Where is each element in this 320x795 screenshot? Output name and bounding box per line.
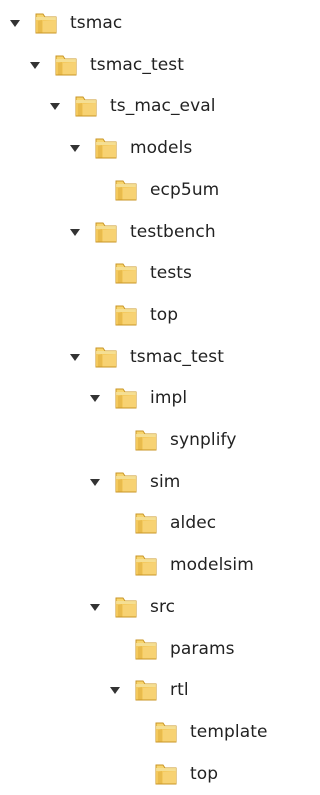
- expanded-arrow-icon[interactable]: [68, 225, 82, 239]
- tree-node-18[interactable]: top: [128, 753, 218, 795]
- folder-label: src: [150, 596, 176, 617]
- expanded-arrow-icon[interactable]: [108, 683, 122, 697]
- folder-icon: [112, 468, 140, 496]
- folder-icon: [132, 509, 160, 537]
- folder-icon: [92, 343, 120, 371]
- folder-label: params: [170, 638, 235, 659]
- tree-node-3[interactable]: models: [68, 127, 192, 169]
- tree-node-0[interactable]: tsmac: [8, 2, 122, 44]
- expanded-arrow-icon[interactable]: [88, 391, 102, 405]
- tree-node-11[interactable]: sim: [88, 461, 180, 503]
- tree-node-13[interactable]: modelsim: [108, 544, 254, 586]
- tree-node-5[interactable]: testbench: [68, 211, 216, 253]
- expanded-arrow-icon[interactable]: [88, 475, 102, 489]
- folder-icon: [132, 676, 160, 704]
- folder-label: modelsim: [170, 554, 254, 575]
- folder-icon: [72, 92, 100, 120]
- folder-icon: [152, 718, 180, 746]
- folder-label: tsmac_test: [130, 346, 224, 367]
- folder-icon: [152, 760, 180, 788]
- folder-icon: [32, 9, 60, 37]
- folder-label: tsmac_test: [90, 54, 184, 75]
- folder-icon: [112, 593, 140, 621]
- folder-icon: [132, 426, 160, 454]
- tree-node-7[interactable]: top: [88, 294, 178, 336]
- expanded-arrow-icon[interactable]: [88, 600, 102, 614]
- folder-icon: [52, 51, 80, 79]
- tree-node-6[interactable]: tests: [88, 252, 192, 294]
- expanded-arrow-icon[interactable]: [28, 58, 42, 72]
- folder-icon: [92, 134, 120, 162]
- folder-icon: [112, 384, 140, 412]
- tree-node-1[interactable]: tsmac_test: [28, 44, 184, 86]
- expanded-arrow-icon[interactable]: [8, 16, 22, 30]
- folder-icon: [92, 218, 120, 246]
- tree-node-12[interactable]: aldec: [108, 502, 216, 544]
- tree-node-15[interactable]: params: [108, 628, 235, 670]
- folder-icon: [132, 551, 160, 579]
- folder-label: testbench: [130, 221, 216, 242]
- folder-icon: [112, 301, 140, 329]
- folder-icon: [132, 635, 160, 663]
- tree-node-16[interactable]: rtl: [108, 669, 189, 711]
- tree-node-17[interactable]: template: [128, 711, 268, 753]
- folder-icon: [112, 259, 140, 287]
- folder-label: impl: [150, 387, 188, 408]
- expanded-arrow-icon[interactable]: [68, 141, 82, 155]
- folder-label: aldec: [170, 512, 217, 533]
- tree-node-14[interactable]: src: [88, 586, 175, 628]
- folder-label: synplify: [170, 429, 237, 450]
- folder-label: models: [130, 137, 193, 158]
- folder-label: ecp5um: [150, 179, 220, 200]
- tree-node-8[interactable]: tsmac_test: [68, 336, 224, 378]
- expanded-arrow-icon[interactable]: [48, 99, 62, 113]
- tree-node-2[interactable]: ts_mac_eval: [48, 85, 216, 127]
- folder-label: template: [190, 721, 268, 742]
- folder-label: sim: [150, 471, 181, 492]
- expanded-arrow-icon[interactable]: [68, 350, 82, 364]
- tree-node-4[interactable]: ecp5um: [88, 169, 219, 211]
- folder-label: rtl: [170, 679, 189, 700]
- folder-tree: tsmac tsmac_test ts_mac_eval models ecp5…: [0, 0, 286, 795]
- folder-label: tsmac: [70, 12, 123, 33]
- folder-label: top: [190, 763, 219, 784]
- folder-icon: [112, 176, 140, 204]
- folder-label: top: [150, 304, 179, 325]
- folder-label: ts_mac_eval: [110, 95, 216, 116]
- tree-node-10[interactable]: synplify: [108, 419, 236, 461]
- tree-node-9[interactable]: impl: [88, 377, 187, 419]
- folder-label: tests: [150, 262, 193, 283]
